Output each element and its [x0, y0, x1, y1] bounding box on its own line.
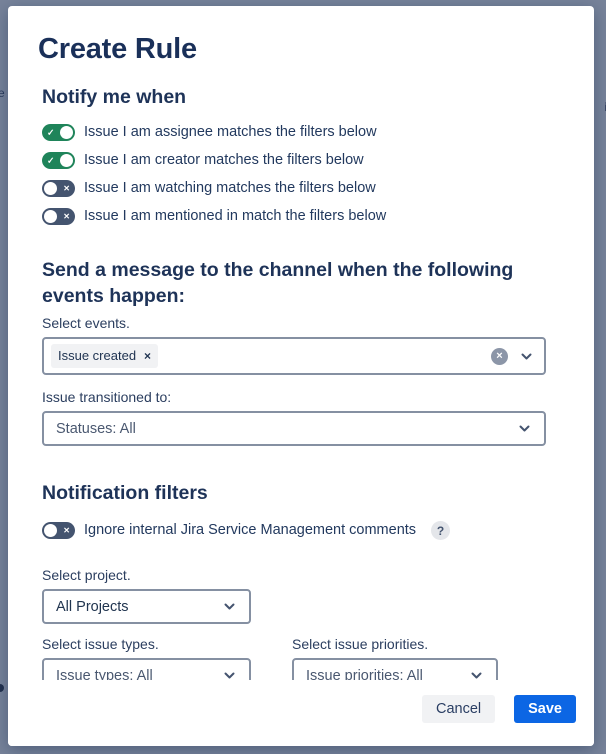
events-multiselect[interactable]: Issue created × × [42, 337, 546, 375]
issue-priorities-select-value: Issue priorities: All [306, 668, 423, 681]
check-icon: ✓ [47, 156, 55, 165]
issue-priorities-select[interactable]: Issue priorities: All [292, 658, 498, 680]
toggle-row-assignee: ✓ ✕ Issue I am assignee matches the filt… [42, 122, 554, 143]
background-dot-fragment [0, 684, 4, 692]
toggle-label: Issue I am creator matches the filters b… [84, 150, 364, 171]
issue-priorities-field: Select issue priorities. Issue prioritie… [292, 636, 498, 680]
filters-section: Notification filters ✓ ✕ Ignore internal… [42, 480, 554, 680]
mentioned-toggle[interactable]: ✓ ✕ [42, 208, 75, 225]
selected-event-tag-label: Issue created [58, 348, 136, 364]
selected-event-tag: Issue created × [51, 344, 158, 368]
modal-body: Create Rule Notify me when ✓ ✕ Issue I a… [8, 6, 594, 680]
toggle-row-mentioned: ✓ ✕ Issue I am mentioned in match the fi… [42, 206, 554, 227]
notification-filters-heading: Notification filters [42, 480, 554, 506]
toggle-knob [60, 154, 73, 167]
modal-footer: Cancel Save [8, 680, 594, 746]
issue-types-select[interactable]: Issue types: All [42, 658, 251, 680]
notify-heading: Notify me when [42, 84, 554, 110]
select-project-label: Select project. [42, 567, 554, 584]
modal-title: Create Rule [38, 32, 572, 66]
save-button[interactable]: Save [514, 695, 576, 723]
select-issue-types-label: Select issue types. [42, 636, 251, 653]
issue-types-select-value: Issue types: All [56, 668, 153, 681]
notify-section: Notify me when ✓ ✕ Issue I am assignee m… [42, 84, 554, 227]
statuses-select-value: Statuses: All [56, 421, 136, 437]
ignore-internal-toggle[interactable]: ✓ ✕ [42, 522, 75, 539]
watching-toggle[interactable]: ✓ ✕ [42, 180, 75, 197]
chevron-down-icon [469, 668, 484, 680]
toggle-knob [44, 182, 57, 195]
chevron-down-icon [517, 421, 532, 436]
background-text-fragment: e [0, 86, 5, 100]
assignee-toggle[interactable]: ✓ ✕ [42, 124, 75, 141]
cancel-button[interactable]: Cancel [422, 695, 495, 723]
project-field: Select project. All Projects [42, 567, 554, 624]
create-rule-modal: Create Rule Notify me when ✓ ✕ Issue I a… [8, 6, 594, 746]
toggle-row-creator: ✓ ✕ Issue I am creator matches the filte… [42, 150, 554, 171]
toggle-label: Issue I am watching matches the filters … [84, 178, 376, 199]
types-priorities-row: Select issue types. Issue types: All Sel… [42, 636, 554, 680]
cross-icon: ✕ [63, 184, 70, 192]
events-section: Send a message to the channel when the f… [42, 257, 554, 446]
select-events-label: Select events. [42, 315, 554, 332]
check-icon: ✓ [47, 128, 55, 137]
issue-types-field: Select issue types. Issue types: All [42, 636, 251, 680]
events-heading: Send a message to the channel when the f… [42, 257, 554, 309]
chevron-down-icon [222, 599, 237, 614]
toggle-knob [44, 210, 57, 223]
issue-transitioned-label: Issue transitioned to: [42, 389, 554, 406]
creator-toggle[interactable]: ✓ ✕ [42, 152, 75, 169]
cross-icon: ✕ [63, 526, 70, 534]
help-icon[interactable]: ? [431, 521, 450, 540]
project-select[interactable]: All Projects [42, 589, 251, 624]
project-select-value: All Projects [56, 599, 129, 615]
toggle-knob [60, 126, 73, 139]
chevron-down-icon [519, 349, 534, 364]
select-issue-priorities-label: Select issue priorities. [292, 636, 498, 653]
toggle-label: Issue I am assignee matches the filters … [84, 122, 377, 143]
toggle-label: Issue I am mentioned in match the filter… [84, 206, 386, 227]
toggle-knob [44, 524, 57, 537]
cross-icon: ✕ [63, 212, 70, 220]
statuses-select[interactable]: Statuses: All [42, 411, 546, 446]
clear-all-icon[interactable]: × [491, 348, 508, 365]
toggle-row-ignore-internal: ✓ ✕ Ignore internal Jira Service Managem… [42, 520, 554, 541]
tag-remove-icon[interactable]: × [144, 350, 151, 362]
chevron-down-icon [222, 668, 237, 680]
toggle-row-watching: ✓ ✕ Issue I am watching matches the filt… [42, 178, 554, 199]
toggle-label: Ignore internal Jira Service Management … [84, 520, 416, 541]
